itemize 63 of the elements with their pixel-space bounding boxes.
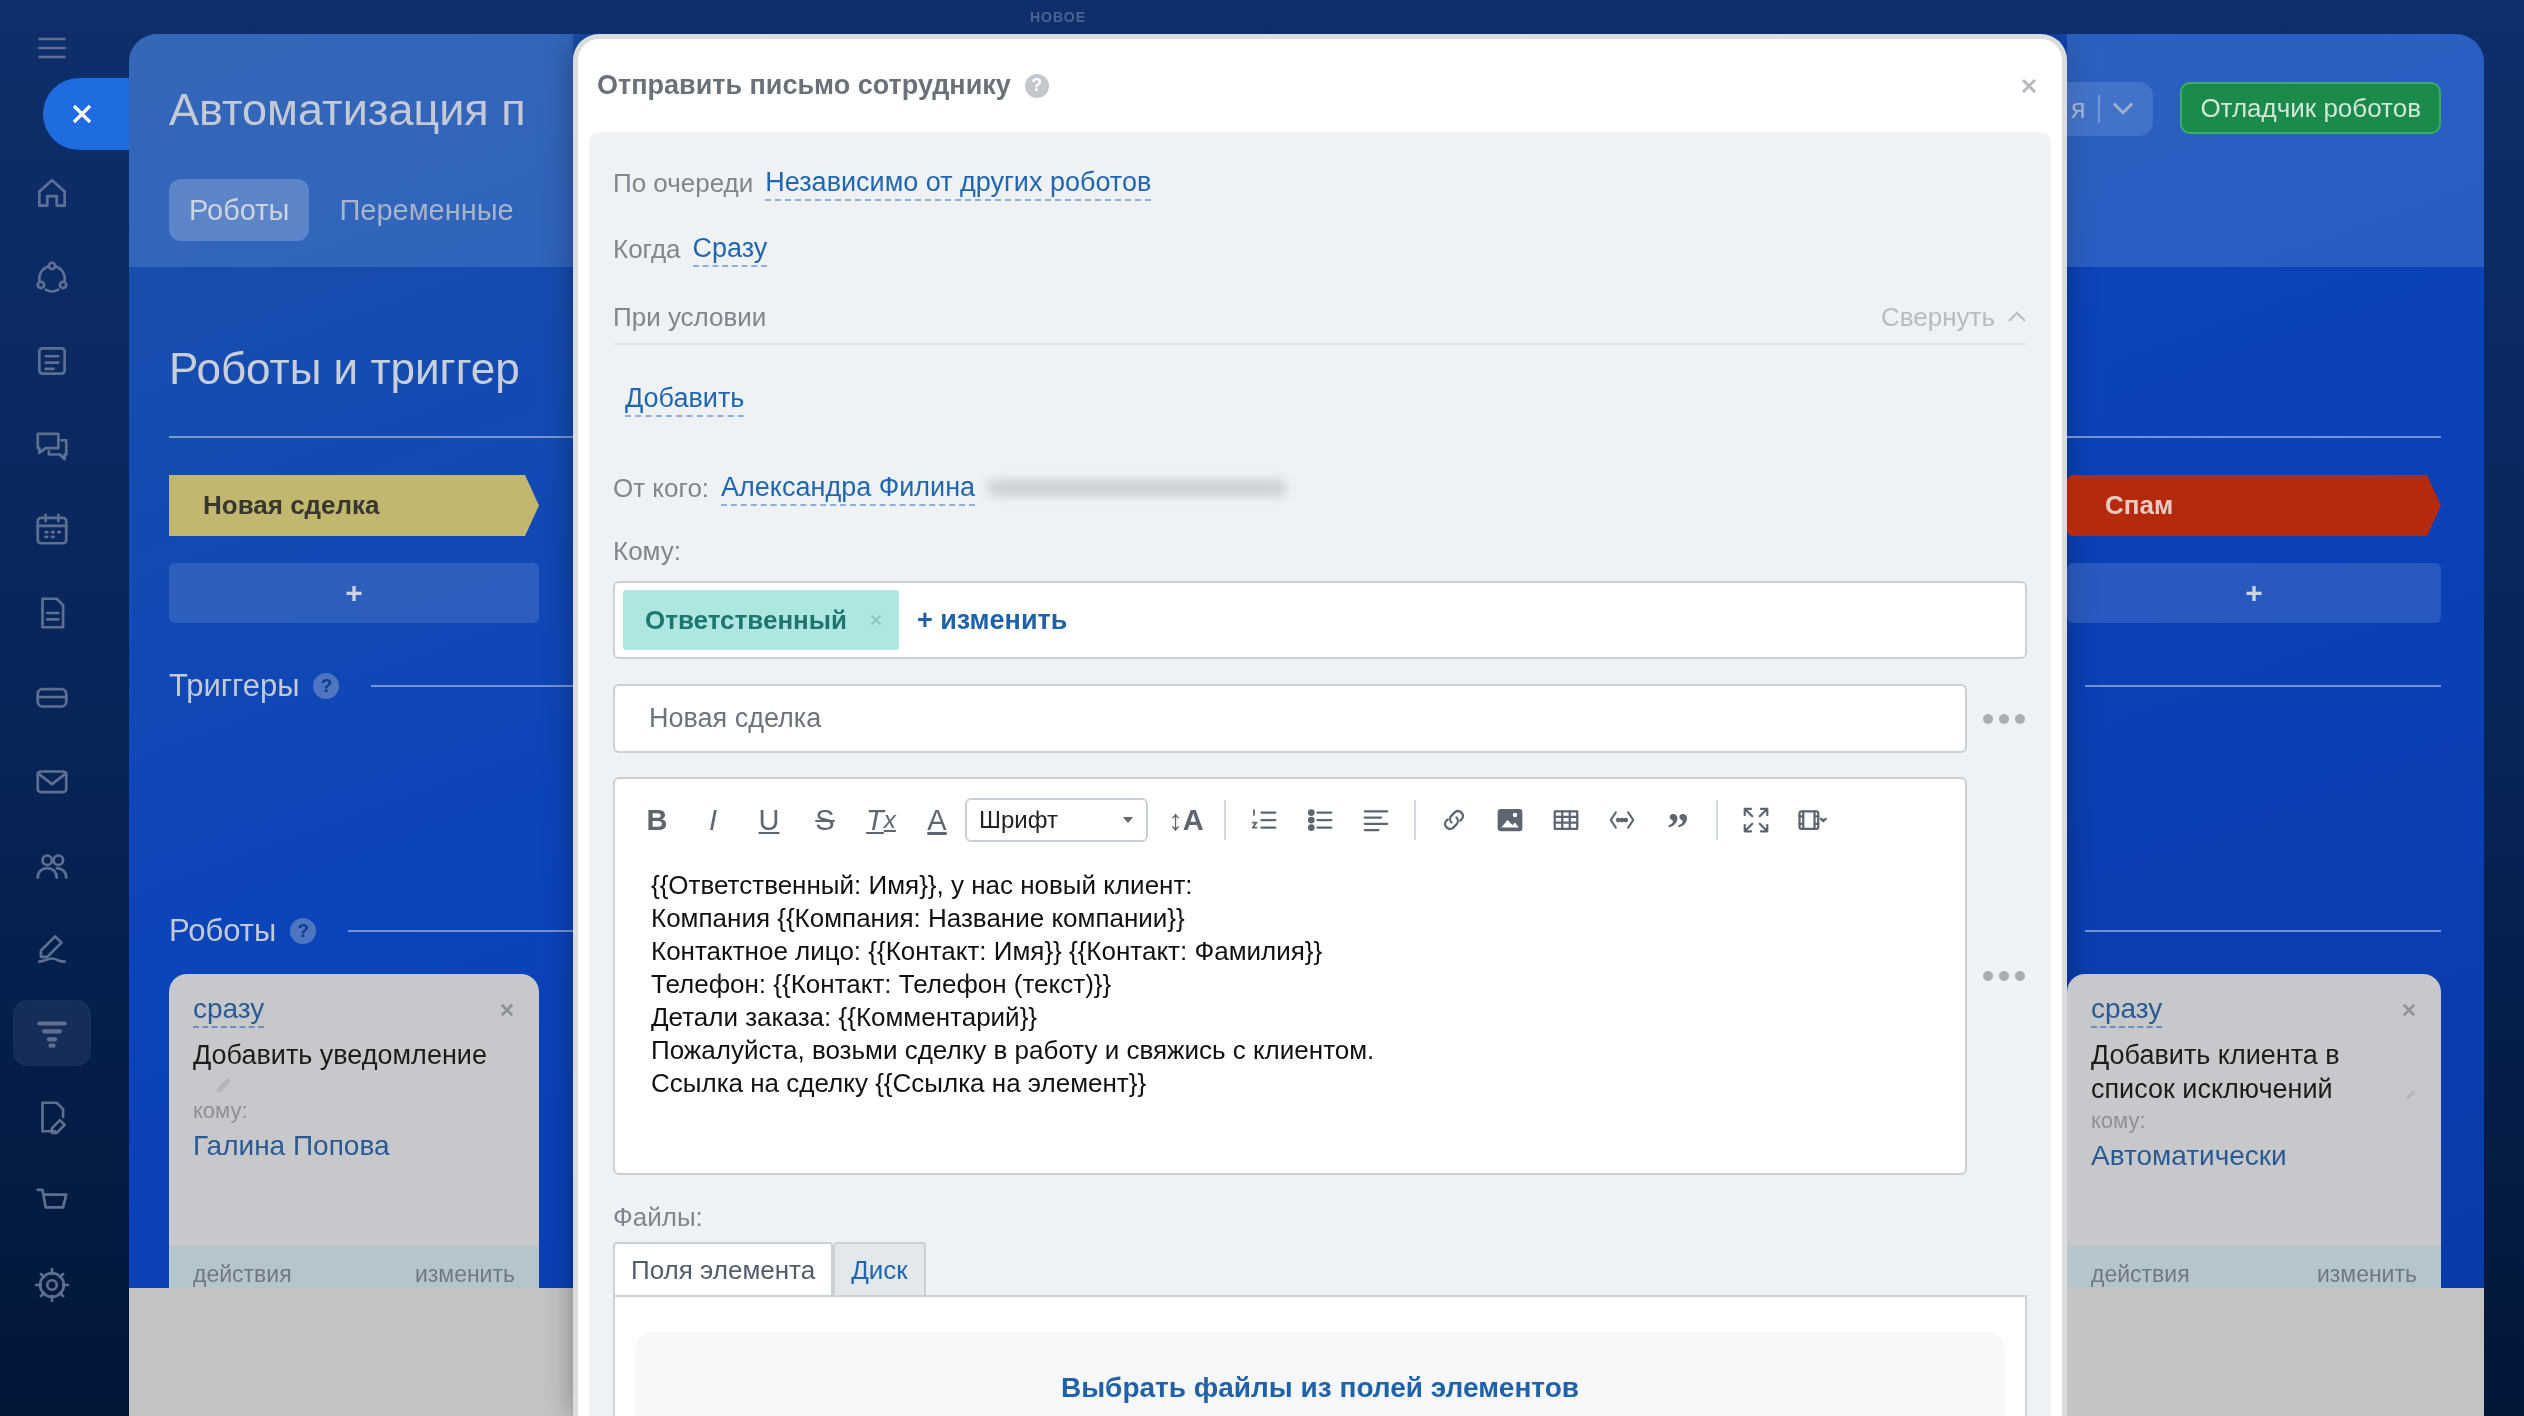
stage-header: Новая сделка bbox=[169, 475, 539, 536]
quote-button[interactable]: ” bbox=[1650, 798, 1706, 842]
section-title: Роботы и триггер bbox=[169, 343, 521, 395]
robot-title: Добавить уведомление bbox=[193, 1039, 488, 1072]
tab[interactable]: Диск bbox=[833, 1242, 926, 1297]
recipient-label: кому: bbox=[2091, 1108, 2147, 1134]
field-label: Когда bbox=[613, 233, 681, 265]
add-robot-button[interactable]: + bbox=[2067, 563, 2441, 623]
text-editor[interactable] bbox=[613, 777, 1967, 1175]
close-icon[interactable] bbox=[2401, 1002, 2417, 1018]
sender-link[interactable]: Александра Филина bbox=[721, 470, 976, 506]
recipient-name: Автоматически bbox=[2091, 1140, 2288, 1172]
bold-button[interactable]: B bbox=[629, 798, 685, 842]
close-button[interactable] bbox=[43, 78, 129, 150]
page-title: Автоматизация п bbox=[169, 83, 527, 137]
italic-button[interactable]: I bbox=[685, 798, 741, 842]
field-label: От кого: bbox=[613, 472, 710, 504]
recipient-name: Галина Попова bbox=[193, 1130, 391, 1162]
add-condition-link[interactable]: Добавить bbox=[625, 381, 745, 417]
caret-icon bbox=[1122, 816, 1134, 824]
more-icon[interactable] bbox=[1981, 970, 2027, 982]
funnel-icon[interactable] bbox=[12, 1000, 91, 1066]
close-icon bbox=[70, 102, 94, 126]
timing-link[interactable]: сразу bbox=[193, 992, 265, 1028]
edit-link[interactable]: изменить bbox=[414, 1261, 515, 1288]
field-label: По очереди bbox=[613, 167, 754, 199]
strike-button[interactable]: S bbox=[797, 798, 853, 842]
recipient-field[interactable]: Ответственный + изменить bbox=[613, 581, 2027, 659]
stage-header: Спам bbox=[2067, 475, 2441, 536]
timing-link[interactable]: сразу bbox=[2091, 992, 2163, 1028]
robot-debugger-button[interactable]: Отладчик роботов bbox=[2180, 82, 2441, 134]
more-icon[interactable] bbox=[1981, 712, 2027, 725]
recipient-label: кому: bbox=[193, 1098, 249, 1124]
field-label: Файлы: bbox=[613, 1202, 703, 1232]
chevron-up-icon bbox=[2007, 310, 2027, 324]
tab[interactable]: Поля элемента bbox=[613, 1242, 834, 1297]
actions-link[interactable]: действия bbox=[2091, 1261, 2190, 1288]
section-heading: Триггеры bbox=[169, 668, 300, 704]
top-label: НОВОЕ bbox=[1030, 9, 1086, 25]
actions-link[interactable]: действия bbox=[193, 1261, 292, 1288]
robot-title: Добавить клиента в список исключений bbox=[2091, 1039, 2341, 1106]
close-icon[interactable] bbox=[2020, 76, 2038, 95]
change-link[interactable]: + изменить bbox=[917, 604, 1068, 636]
subject-field[interactable]: Новая сделка bbox=[613, 684, 1967, 753]
add-robot-button[interactable]: + bbox=[169, 563, 539, 623]
message-text[interactable]: {{Ответственный: Имя}}, у нас новый клиент: Компания {{Компания: Название компании}} Контактное лицо: {{Контакт: Имя}} {{Контакт: Фамилия}} Телефон: {{Контакт: Телефон (текст)}} Детали заказа: {{Комментарий}} Пожалуйста, возьми сделку в работу и свяжись с клиентом. Ссылка на сделку {{Ссылка на элемент}} bbox=[615, 847, 1965, 1122]
timing-link[interactable]: Сразу bbox=[692, 231, 768, 267]
edit-link[interactable]: изменить bbox=[2316, 1261, 2417, 1288]
fullscreen-icon[interactable] bbox=[1741, 805, 1771, 835]
underline-button[interactable]: U bbox=[741, 798, 797, 842]
dialog-title: Отправить письмо сотруднику bbox=[597, 70, 1011, 101]
section-heading: Роботы bbox=[169, 913, 277, 949]
close-icon[interactable] bbox=[499, 1002, 515, 1018]
font-select[interactable]: Шрифт bbox=[965, 798, 1148, 842]
tab[interactable]: Переменные bbox=[319, 179, 534, 241]
field-label: Кому: bbox=[613, 535, 681, 567]
queue-link[interactable]: Независимо от других роботов bbox=[765, 165, 1152, 201]
field-label: При условии bbox=[613, 301, 767, 333]
color-button[interactable]: A bbox=[909, 798, 965, 842]
tab[interactable]: Роботы bbox=[169, 179, 310, 241]
recipient-chip[interactable]: Ответственный bbox=[623, 590, 899, 650]
select-files-link[interactable]: Выбрать файлы из полей элементов bbox=[1061, 1372, 1579, 1408]
font-size-button[interactable]: ↕A bbox=[1158, 798, 1214, 842]
